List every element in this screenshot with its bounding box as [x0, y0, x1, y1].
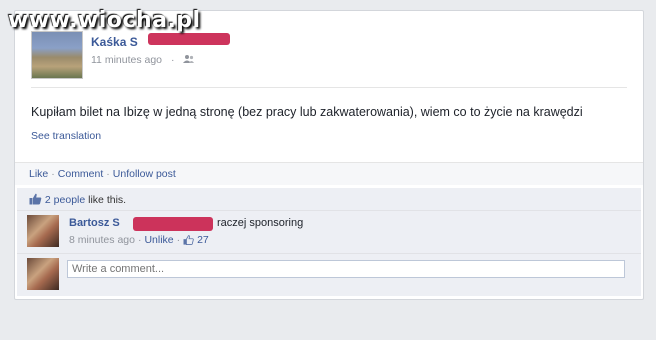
post-actions: Like · Comment · Unfollow post	[15, 162, 643, 185]
comment-time[interactable]: 8 minutes ago	[69, 234, 135, 246]
avatar[interactable]	[27, 215, 59, 247]
comment-link[interactable]: Comment	[58, 168, 104, 180]
divider	[31, 87, 627, 88]
comment-text: raczej sponsoring	[217, 217, 304, 229]
separator-dot: ·	[176, 234, 181, 246]
friends-icon[interactable]	[183, 54, 195, 64]
watermark: www.wiocha.pl	[8, 8, 201, 33]
redaction-mark	[133, 217, 213, 231]
comment-author[interactable]: Bartosz S	[69, 217, 120, 229]
thumbs-up-icon	[29, 193, 42, 205]
comment-input[interactable]	[67, 260, 625, 278]
comment-item: Bartosz S raczej sponsoring 8 minutes ag…	[17, 211, 641, 254]
likes-suffix: like this.	[88, 194, 127, 206]
comment-meta: 8 minutes ago · Unlike · 27	[69, 234, 209, 246]
separator-dot: ·	[51, 168, 55, 180]
see-translation-link[interactable]: See translation	[31, 130, 101, 142]
post-card: Kaśka S 11 minutes ago · Kupiłam bilet n…	[14, 10, 644, 300]
comment-composer	[17, 254, 641, 296]
likers-link[interactable]: 2 people	[45, 194, 85, 206]
avatar[interactable]	[31, 31, 83, 79]
separator-dot: ·	[106, 168, 110, 180]
separator-dot: ·	[137, 234, 142, 246]
redaction-mark	[148, 33, 230, 45]
post-author[interactable]: Kaśka S	[91, 35, 138, 49]
separator-dot: ·	[170, 54, 175, 66]
like-link[interactable]: Like	[29, 168, 48, 180]
likes-summary: 2 people like this.	[17, 188, 641, 211]
thumbs-up-icon	[183, 235, 194, 245]
post-text: Kupiłam bilet na Ibizę w jedną stronę (b…	[31, 105, 583, 119]
unfollow-link[interactable]: Unfollow post	[113, 168, 176, 180]
post-time[interactable]: 11 minutes ago	[91, 54, 162, 66]
comment-like-count[interactable]: 27	[197, 234, 209, 246]
unlike-link[interactable]: Unlike	[144, 234, 173, 246]
post-meta: 11 minutes ago ·	[91, 54, 195, 66]
avatar	[27, 258, 59, 290]
